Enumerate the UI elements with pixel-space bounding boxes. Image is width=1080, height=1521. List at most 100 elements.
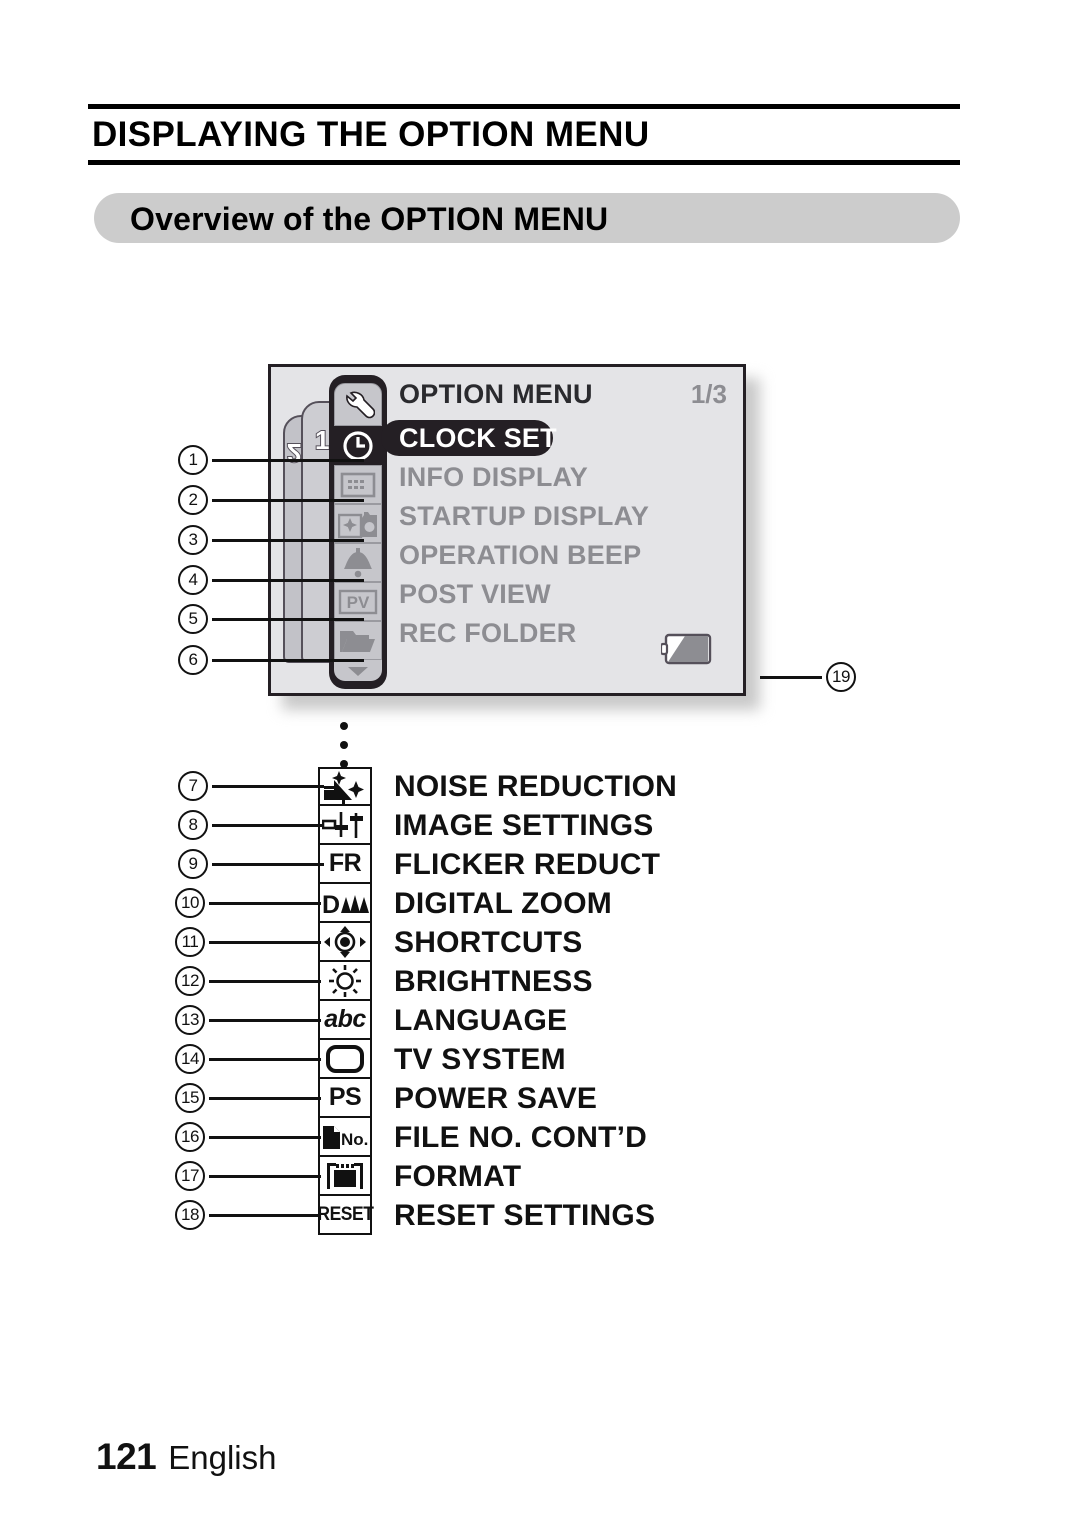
callout-leader-line bbox=[760, 675, 822, 679]
page-title: DISPLAYING THE OPTION MENU bbox=[92, 115, 650, 154]
callout-19: 19 bbox=[760, 662, 856, 692]
list-item: SHORTCUTS bbox=[318, 923, 677, 962]
callout-number: 2 bbox=[178, 485, 208, 515]
callout-leader-line bbox=[212, 617, 364, 621]
language-icon-text: abc bbox=[324, 1005, 366, 1033]
menu-item-clock-set[interactable]: CLOCK SET bbox=[399, 423, 557, 454]
list-item-label: RESET SETTINGS bbox=[394, 1198, 656, 1232]
reset-icon: RESET bbox=[317, 1196, 373, 1235]
callout-1: 1 bbox=[178, 445, 364, 475]
list-item: BRIGHTNESS bbox=[318, 962, 677, 1001]
list-item: abc LANGUAGE bbox=[318, 1001, 677, 1040]
menu-item-operation-beep[interactable]: OPERATION BEEP bbox=[399, 540, 641, 571]
callout-3: 3 bbox=[178, 525, 364, 555]
callout-number: 10 bbox=[175, 888, 205, 918]
wrench-icon bbox=[334, 383, 382, 426]
list-item-label: SHORTCUTS bbox=[394, 925, 583, 959]
list-item: FORMAT bbox=[318, 1157, 677, 1196]
list-item: NOISE REDUCTION bbox=[318, 767, 677, 806]
callout-11: 11 bbox=[175, 927, 321, 957]
callout-leader-line bbox=[209, 1018, 321, 1022]
section-title: Overview of the OPTION MENU bbox=[130, 201, 609, 237]
callout-number: 19 bbox=[826, 662, 856, 692]
list-item: TV SYSTEM bbox=[318, 1040, 677, 1079]
fr-icon: FR bbox=[318, 845, 372, 884]
callout-number: 14 bbox=[175, 1044, 205, 1074]
callout-13: 13 bbox=[175, 1005, 321, 1035]
fr-icon-text: FR bbox=[328, 849, 362, 877]
callout-leader-line bbox=[209, 1057, 321, 1061]
header-rule-bottom bbox=[88, 159, 960, 165]
callout-10: 10 bbox=[175, 888, 321, 918]
digital-zoom-icon: D bbox=[318, 884, 372, 923]
callout-5: 5 bbox=[178, 604, 364, 634]
callout-leader-line bbox=[212, 578, 364, 582]
file-no-icon: No. bbox=[318, 1118, 372, 1157]
callout-leader-line bbox=[212, 784, 324, 788]
callout-number: 13 bbox=[175, 1005, 205, 1035]
callout-2: 2 bbox=[178, 485, 364, 515]
callout-number: 8 bbox=[178, 810, 208, 840]
shortcuts-icon bbox=[318, 923, 372, 962]
callout-number: 18 bbox=[175, 1200, 205, 1230]
page-footer: 121 English bbox=[96, 1436, 276, 1478]
list-item: FR FLICKER REDUCT bbox=[318, 845, 677, 884]
page-number: 121 bbox=[96, 1436, 157, 1477]
footer-language: English bbox=[168, 1439, 277, 1476]
callout-number: 15 bbox=[175, 1083, 205, 1113]
menu-item-rec-folder[interactable]: REC FOLDER bbox=[399, 618, 577, 649]
list-item-label: IMAGE SETTINGS bbox=[394, 808, 654, 842]
callout-leader-line bbox=[209, 1174, 321, 1178]
callout-7: 7 bbox=[178, 771, 324, 801]
brightness-icon bbox=[318, 962, 372, 1001]
lcd-menu-title: OPTION MENU bbox=[399, 379, 593, 409]
callout-leader-line bbox=[209, 1135, 321, 1139]
list-item-label: FILE NO. CONT’D bbox=[394, 1120, 647, 1154]
list-item-label: DIGITAL ZOOM bbox=[394, 886, 612, 920]
callout-leader-line bbox=[212, 658, 364, 662]
menu-item-info-display[interactable]: INFO DISPLAY bbox=[399, 462, 588, 493]
callout-17: 17 bbox=[175, 1161, 321, 1191]
list-item-label: TV SYSTEM bbox=[394, 1042, 566, 1076]
callout-14: 14 bbox=[175, 1044, 321, 1074]
lcd-page-indicator: 1/3 bbox=[690, 379, 727, 409]
callout-number: 11 bbox=[175, 927, 205, 957]
callout-number: 5 bbox=[178, 604, 208, 634]
callout-leader-line bbox=[212, 458, 364, 462]
callout-leader-line bbox=[209, 1213, 321, 1217]
connector-dot bbox=[340, 722, 348, 730]
list-item-label: FLICKER REDUCT bbox=[394, 847, 661, 881]
callout-4: 4 bbox=[178, 565, 364, 595]
menu-item-post-view[interactable]: POST VIEW bbox=[399, 579, 551, 610]
callout-number: 16 bbox=[175, 1122, 205, 1152]
callout-number: 9 bbox=[178, 849, 208, 879]
callout-number: 6 bbox=[178, 645, 208, 675]
callout-9: 9 bbox=[178, 849, 324, 879]
callout-16: 16 bbox=[175, 1122, 321, 1152]
tv-system-icon bbox=[318, 1040, 372, 1079]
list-item-label: BRIGHTNESS bbox=[394, 964, 593, 998]
image-settings-icon bbox=[318, 806, 372, 845]
menu-item-startup-display[interactable]: STARTUP DISPLAY bbox=[399, 501, 649, 532]
callout-leader-line bbox=[212, 823, 324, 827]
callout-number: 3 bbox=[178, 525, 208, 555]
callout-12: 12 bbox=[175, 966, 321, 996]
callout-8: 8 bbox=[178, 810, 324, 840]
section-bar: Overview of the OPTION MENU bbox=[94, 193, 960, 243]
list-item-label: POWER SAVE bbox=[394, 1081, 598, 1115]
callout-number: 1 bbox=[178, 445, 208, 475]
list-item-label: FORMAT bbox=[394, 1159, 522, 1193]
callout-number: 17 bbox=[175, 1161, 205, 1191]
list-item: No. FILE NO. CONT’D bbox=[318, 1118, 677, 1157]
page-header: DISPLAYING THE OPTION MENU bbox=[88, 104, 960, 165]
list-item: PS POWER SAVE bbox=[318, 1079, 677, 1118]
callout-leader-line bbox=[212, 862, 324, 866]
callout-leader-line bbox=[209, 1096, 321, 1100]
list-item: D DIGITAL ZOOM bbox=[318, 884, 677, 923]
callout-6: 6 bbox=[178, 645, 364, 675]
format-icon bbox=[318, 1157, 372, 1196]
callout-leader-line bbox=[212, 538, 364, 542]
connector-dot bbox=[340, 741, 348, 749]
callout-18: 18 bbox=[175, 1200, 321, 1230]
ps-icon: PS bbox=[318, 1079, 372, 1118]
